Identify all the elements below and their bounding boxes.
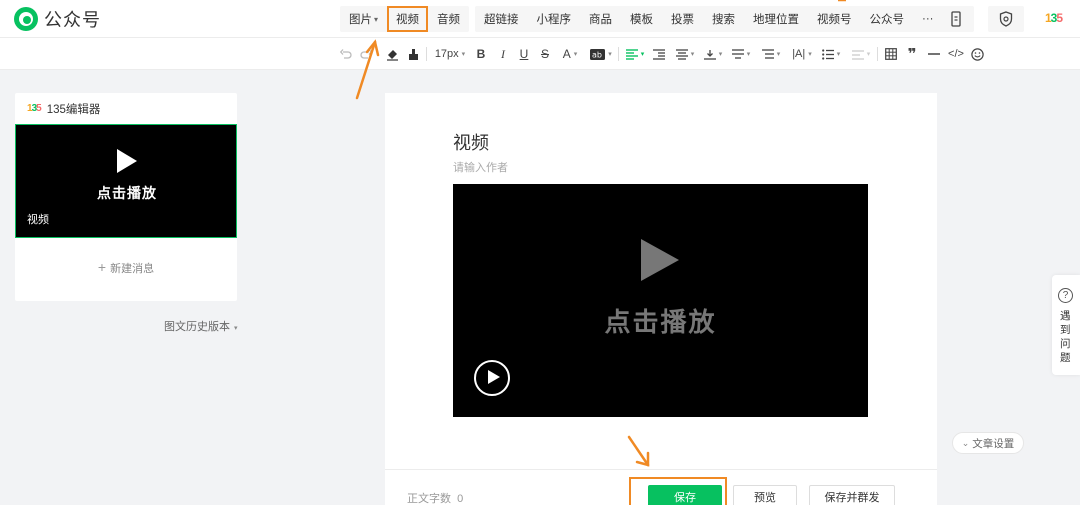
toolbar-divider <box>426 47 427 61</box>
chevron-down-icon: ▾ <box>461 51 466 58</box>
list-icon[interactable]: ▾ <box>820 44 842 64</box>
video-play-text: 点击播放 <box>604 307 717 337</box>
line-height-icon[interactable]: ▾ <box>730 44 752 64</box>
insert-video-button[interactable]: 视频 <box>387 6 429 32</box>
top-bar: 公众号 图片 ▾ 视频 音频 超链接 小程序 商品 模板 投票 搜索 地理位置 视… <box>0 0 1080 38</box>
135-plugin-logo[interactable]: 135 <box>1045 11 1063 25</box>
play-icon <box>641 239 679 281</box>
insert-account-button[interactable]: 公众号 <box>861 6 914 32</box>
video-embed[interactable]: 点击播放 <box>453 184 868 417</box>
format-toolbar: 17px ▾ B I U S A ▾ ab ▾ ▾ ▾ ▾ ▾ ▾ |A| ▾ ▾ ▾ … <box>0 38 1080 70</box>
bottom-action-bar: 正文字数 0 保存 预览 保存并群发 <box>385 469 937 505</box>
app-name: 公众号 <box>44 10 101 30</box>
135-plugin-logo: 135 <box>27 103 42 114</box>
undo-icon[interactable] <box>338 44 354 64</box>
underline-icon[interactable]: U <box>517 44 531 64</box>
quote-icon[interactable]: ❞ <box>905 44 919 64</box>
wechat-logo-icon <box>14 7 38 31</box>
shield-icon <box>999 11 1013 27</box>
insert-vote-button[interactable]: 投票 <box>662 6 703 32</box>
insert-location-button[interactable]: 地理位置 <box>744 6 808 32</box>
toolbar-divider <box>618 47 619 61</box>
redo-icon[interactable] <box>358 44 374 64</box>
preview-button[interactable]: 预览 <box>733 485 797 505</box>
word-count: 正文字数 0 <box>407 493 464 505</box>
play-circle-icon[interactable] <box>474 360 510 396</box>
toolbar-divider <box>877 47 878 61</box>
highlight-color-icon[interactable]: ab ▾ <box>589 44 613 64</box>
security-button[interactable] <box>988 6 1024 32</box>
svg-text:ab: ab <box>592 50 602 59</box>
divider-line-icon[interactable] <box>927 44 941 64</box>
article-settings-button[interactable]: ⌄ 文章设置 <box>952 432 1024 454</box>
align-center-icon[interactable]: ▾ <box>674 44 696 64</box>
vertical-align-icon[interactable]: ▾ <box>702 44 724 64</box>
media-insert-group: 图片 ▾ 视频 音频 <box>340 6 470 32</box>
article-thumbnail-title: 视频 <box>27 214 49 226</box>
insert-channels-button[interactable]: 视频号 <box>808 6 861 32</box>
emoji-icon[interactable] <box>970 44 984 64</box>
clear-format-icon[interactable] <box>384 44 400 64</box>
help-widget[interactable]: ? 遇 到 问 题 <box>1052 275 1080 375</box>
chevron-down-icon: ▾ <box>234 325 238 332</box>
plugin-name: 135编辑器 <box>46 103 101 116</box>
save-and-send-button[interactable]: 保存并群发 <box>809 485 895 505</box>
chevron-down-icon: ▾ <box>374 14 379 24</box>
border-style-icon[interactable]: ▾ <box>850 44 872 64</box>
question-icon: ? <box>1058 288 1073 303</box>
insert-audio-button[interactable]: 音频 <box>428 6 469 32</box>
article-list-card: 135 135编辑器 点击播放 视频 + 新建消息 <box>15 93 237 301</box>
editor-area[interactable]: 视频 请输入作者 点击播放 <box>385 93 937 473</box>
help-label: 遇 到 问 题 <box>1060 310 1071 364</box>
align-left-icon[interactable]: ▾ <box>624 44 646 64</box>
insert-link-button[interactable]: 超链接 <box>475 6 528 32</box>
plugin-header[interactable]: 135 135编辑器 <box>15 93 237 124</box>
phone-icon <box>951 11 961 27</box>
insert-image-button[interactable]: 图片 ▾ <box>340 6 387 32</box>
font-color-icon[interactable]: A ▾ <box>561 44 579 64</box>
author-input[interactable]: 请输入作者 <box>453 159 508 175</box>
thumbnail-play-text: 点击播放 <box>97 185 157 201</box>
paragraph-spacing-icon[interactable]: ▾ <box>760 44 782 64</box>
history-version-button[interactable]: 图文历史版本 ▾ <box>164 318 238 334</box>
letter-spacing-icon[interactable]: |A| ▾ <box>790 44 814 64</box>
double-chevron-down-icon: ⌄ <box>961 437 970 448</box>
article-title[interactable]: 视频 <box>453 129 489 155</box>
play-icon <box>117 149 137 173</box>
strikethrough-icon[interactable]: S <box>538 44 552 64</box>
format-painter-icon[interactable] <box>405 44 421 64</box>
italic-icon[interactable]: I <box>496 44 510 64</box>
article-thumbnail[interactable]: 点击播放 视频 <box>15 124 237 238</box>
new-message-button[interactable]: + 新建消息 <box>15 259 237 276</box>
insert-template-button[interactable]: 模板 <box>621 6 662 32</box>
insert-tools-group: 超链接 小程序 商品 模板 投票 搜索 地理位置 视频号 公众号 ··· <box>475 6 943 32</box>
save-button[interactable]: 保存 <box>648 485 722 505</box>
bold-icon[interactable]: B <box>474 44 488 64</box>
table-icon[interactable] <box>884 44 898 64</box>
indent-icon[interactable] <box>652 44 666 64</box>
insert-product-button[interactable]: 商品 <box>580 6 621 32</box>
app-logo[interactable]: 公众号 <box>14 6 101 32</box>
font-size-select[interactable]: 17px ▾ <box>432 44 468 64</box>
code-icon[interactable]: </> <box>947 44 965 64</box>
insert-miniprogram-button[interactable]: 小程序 <box>528 6 581 32</box>
plus-icon: + <box>97 259 107 275</box>
mobile-preview-button[interactable] <box>938 6 974 32</box>
insert-search-button[interactable]: 搜索 <box>703 6 744 32</box>
